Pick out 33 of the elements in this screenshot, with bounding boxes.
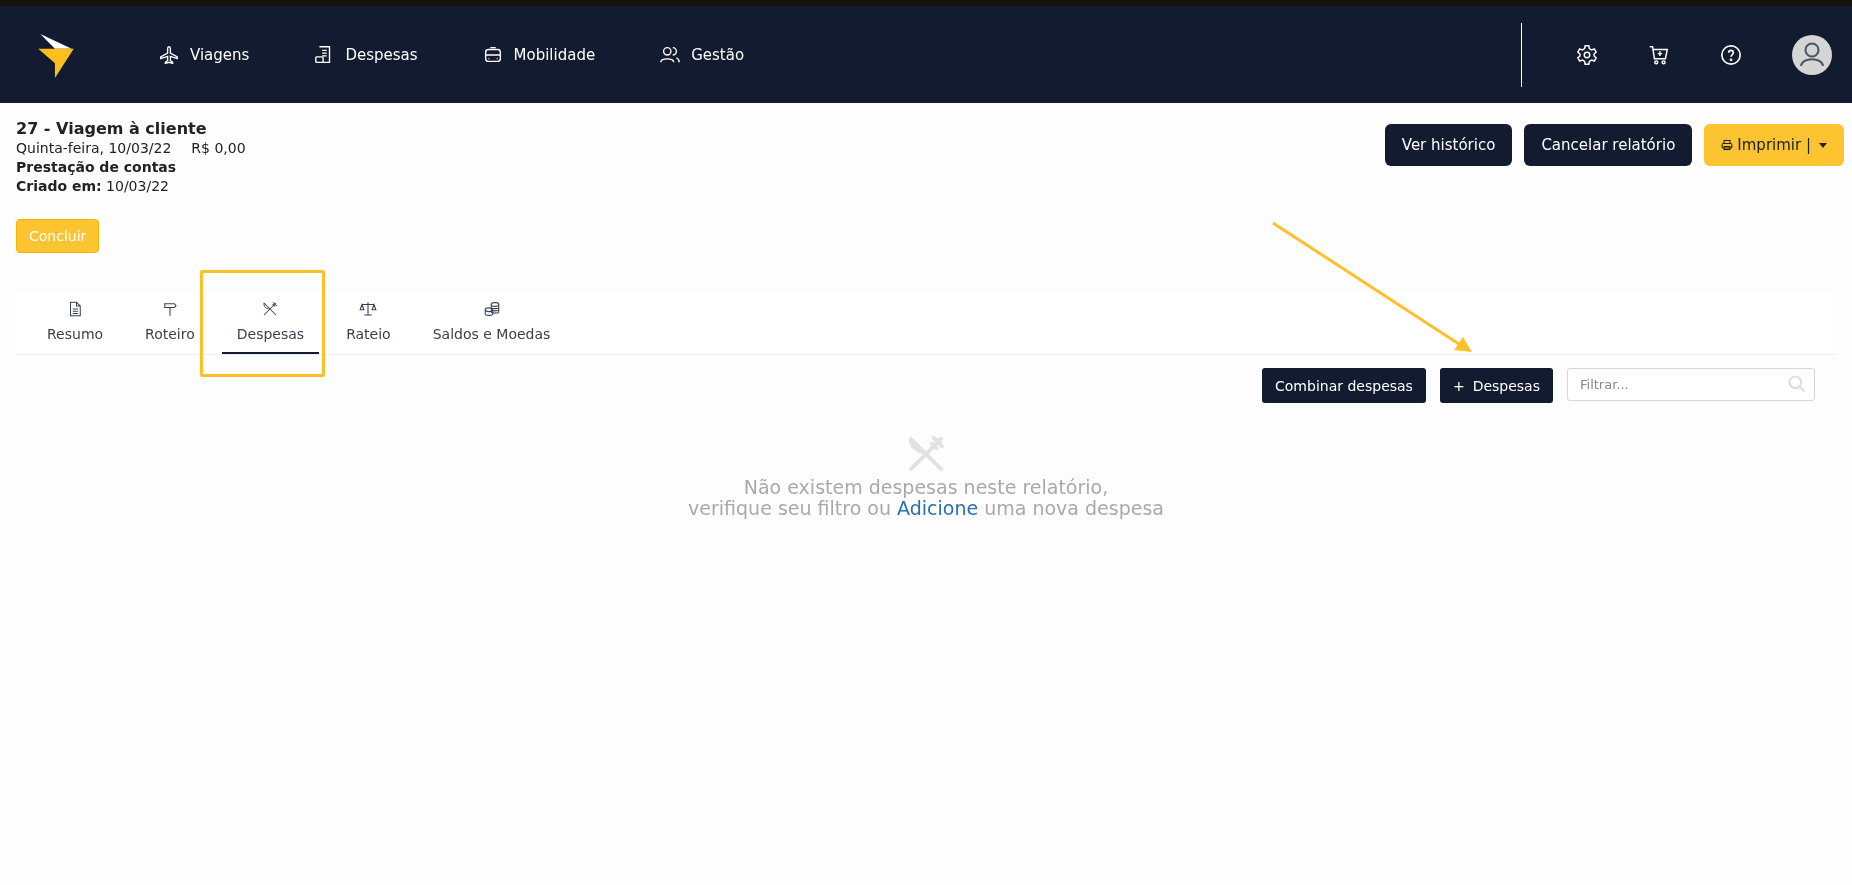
tab[interactable]: Despesas xyxy=(221,300,320,354)
history-button[interactable]: Ver histórico xyxy=(1384,124,1513,166)
filter-field[interactable]: Filtrar... xyxy=(1567,368,1815,401)
cart-plus-icon[interactable] xyxy=(1648,43,1670,66)
tab[interactable]: Roteiro xyxy=(130,300,210,354)
coins-icon xyxy=(482,300,501,318)
print-button[interactable]: Imprimir | xyxy=(1704,124,1844,166)
printer-icon xyxy=(1721,139,1734,151)
scale-icon xyxy=(359,300,378,318)
tab[interactable]: Rateio xyxy=(331,300,406,354)
empty-state-message: Não existem despesas neste relatório, verifique seu filtro ou Adicione uma nova despesa xyxy=(688,477,1164,519)
nav-link[interactable]: Mobilidade xyxy=(481,43,596,66)
created-date: Criado em: 10/03/22 xyxy=(16,177,170,196)
avatar-icon[interactable] xyxy=(1792,34,1832,75)
caret-icon xyxy=(1819,142,1827,148)
nav-link[interactable]: Gestão xyxy=(659,43,745,66)
cancel-report-button[interactable]: Cancelar relatório xyxy=(1524,124,1693,166)
cutlery-icon xyxy=(907,435,945,473)
tab[interactable]: Resumo xyxy=(32,300,119,354)
report-amount: R$ 0,00 xyxy=(191,139,246,158)
report-type: Prestação de contas xyxy=(16,158,178,177)
combine-expenses-button[interactable]: Combinar despesas xyxy=(1262,368,1426,403)
settings-icon[interactable] xyxy=(1576,43,1598,66)
report-title: 27 - Viagem à cliente xyxy=(16,119,208,139)
help-icon[interactable] xyxy=(1720,43,1742,66)
cutlery-icon xyxy=(261,300,280,318)
plane-icon xyxy=(158,43,180,66)
nav-link[interactable]: Despesas xyxy=(313,43,418,66)
add-link[interactable]: Adicione xyxy=(897,497,979,519)
tab[interactable]: Saldos e Moedas xyxy=(417,300,566,354)
nav-link[interactable]: Viagens xyxy=(158,43,250,66)
add-expense-button[interactable]: + Despesas xyxy=(1439,368,1553,403)
report-date: Quinta-feira, 10/03/22 xyxy=(16,139,172,158)
